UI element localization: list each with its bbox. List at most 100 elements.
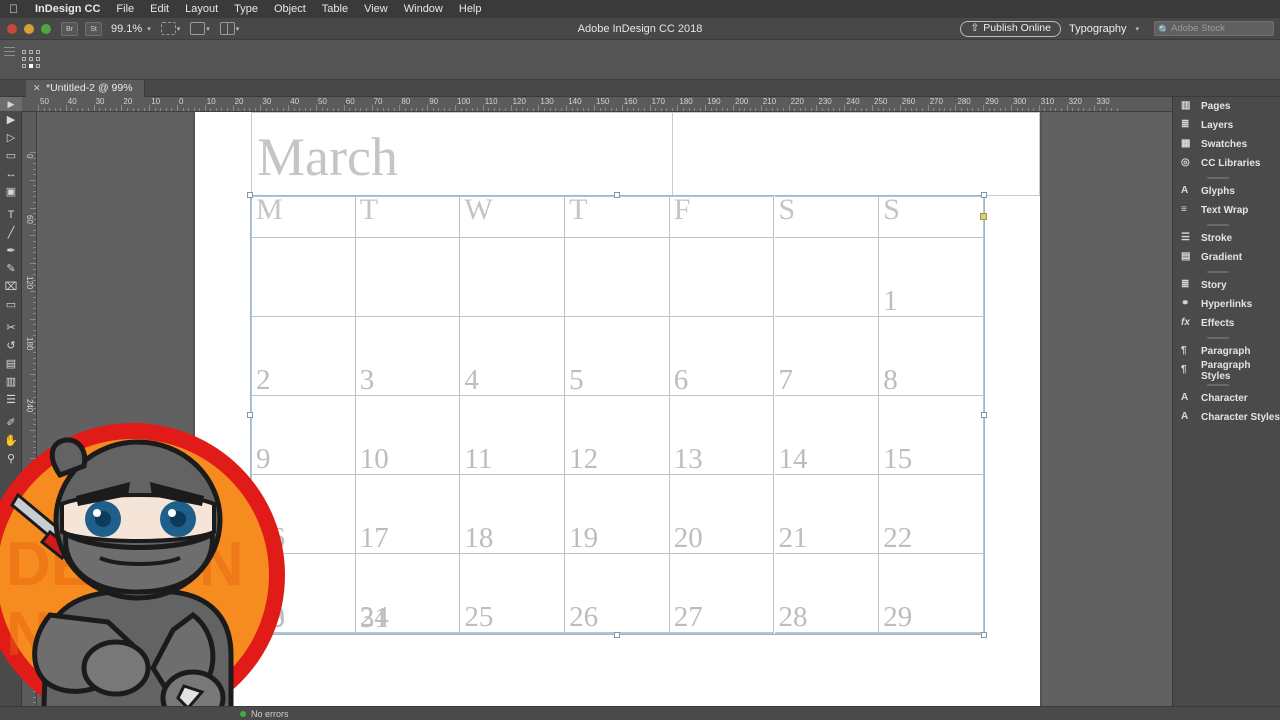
calendar-day-cell[interactable]: 18 [460, 475, 566, 554]
dock-item-paragraph-styles[interactable]: ¶ Paragraph Styles [1173, 360, 1280, 382]
calendar-day-cell[interactable] [251, 238, 356, 317]
calendar-day-cell[interactable] [669, 238, 775, 317]
selection-handle-bc[interactable] [614, 632, 620, 638]
calendar-header-cell[interactable]: W [460, 193, 566, 238]
dock-item-character-styles[interactable]: A Character Styles [1173, 408, 1280, 427]
dock-item-character[interactable]: A Character [1173, 389, 1280, 408]
selection-handle-tl[interactable] [247, 192, 253, 198]
horizontal-ruler[interactable]: 50 40 30 20 10 0 10 20 30 40 50 60 70 80 90 100 110 120 13… [22, 97, 1172, 112]
calendar-day-cell[interactable]: 15 [879, 396, 984, 475]
calendar-header-cell[interactable]: M [251, 193, 356, 238]
menu-item-window[interactable]: Window [396, 0, 451, 18]
calendar-day-cell[interactable]: 4 [460, 317, 566, 396]
tool-free-transform[interactable]: ↺ [0, 337, 22, 355]
menu-item-file[interactable]: File [108, 0, 142, 18]
dock-item-paragraph[interactable]: ¶ Paragraph [1173, 342, 1280, 361]
publish-online-button[interactable]: ⇧ Publish Online [960, 20, 1061, 37]
tool-direct-selection[interactable]: ▷ [0, 129, 22, 147]
dock-group-separator[interactable] [1173, 173, 1280, 182]
dock-group-separator[interactable] [1173, 333, 1280, 342]
tool-frame[interactable]: ⌧ [0, 278, 22, 296]
tool-selection[interactable]: ▶ [0, 97, 22, 111]
dock-item-layers[interactable]: ≣ Layers [1173, 116, 1280, 135]
selection-handle-tc[interactable] [614, 192, 620, 198]
dock-item-cc-libraries[interactable]: ◎ CC Libraries [1173, 154, 1280, 173]
calendar-day-cell[interactable]: 20 [669, 475, 775, 554]
calendar-day-cell[interactable] [460, 238, 566, 317]
calendar-day-cell[interactable]: 12 [565, 396, 670, 475]
document-tab[interactable]: ✕ *Untitled-2 @ 99% [26, 80, 145, 97]
calendar-day-cell[interactable]: 7 [774, 317, 880, 396]
calendar-header-cell[interactable]: T [355, 193, 461, 238]
calendar-header-cell[interactable]: T [565, 193, 670, 238]
calendar-day-cell[interactable]: 25 [460, 554, 566, 633]
dock-item-hyperlinks[interactable]: ⚭ Hyperlinks [1173, 295, 1280, 314]
calendar-day-cell[interactable] [460, 633, 566, 634]
close-icon[interactable]: ✕ [33, 80, 41, 97]
menu-item-layout[interactable]: Layout [177, 0, 226, 18]
document-page[interactable]: March MTWTFSS123456789101112131415161718… [195, 112, 1040, 720]
dock-group-separator[interactable] [1173, 220, 1280, 229]
menu-item-indesign-cc[interactable]: InDesign CC [27, 0, 108, 18]
calendar-grid[interactable]: MTWTFSS123456789101112131415161718192021… [251, 193, 984, 634]
dock-item-glyphs[interactable]: A Glyphs [1173, 182, 1280, 201]
workspace-switcher[interactable]: Typography [1069, 23, 1126, 35]
menu-item-view[interactable]: View [356, 0, 396, 18]
adobe-stock-search[interactable]: 🔍 Adobe Stock [1154, 21, 1274, 36]
tool-pen[interactable]: ✒ [0, 242, 22, 260]
calendar-day-cell[interactable] [565, 238, 670, 317]
calendar-day-cell[interactable]: 19 [565, 475, 670, 554]
menu-item-help[interactable]: Help [451, 0, 490, 18]
control-panel-grip[interactable] [4, 44, 15, 76]
workspace-chevron-down-icon[interactable]: ▾ [1135, 25, 1139, 33]
dock-item-gradient[interactable]: ▤ Gradient [1173, 248, 1280, 267]
dock-item-pages[interactable]: ▥ Pages [1173, 97, 1280, 116]
calendar-day-cell[interactable]: 21 [774, 475, 880, 554]
calendar-day-cell[interactable]: 14 [774, 396, 880, 475]
tool-pencil[interactable]: ✎ [0, 260, 22, 278]
calendar-day-cell[interactable]: 27 [669, 554, 775, 633]
selection-handle-mr[interactable] [981, 412, 987, 418]
calendar-day-cell[interactable]: 31 [355, 602, 461, 634]
calendar-day-cell[interactable]: 29 [879, 554, 984, 633]
calendar-day-cell[interactable]: 28 [774, 554, 880, 633]
calendar-day-cell[interactable]: 1 [879, 238, 984, 317]
calendar-day-cell[interactable]: 6 [669, 317, 775, 396]
tool-gradient-feather[interactable]: ▥ [0, 373, 22, 391]
tool-gap[interactable]: ↔ [0, 165, 22, 183]
tool-rectangle[interactable]: ▭ [0, 296, 22, 314]
dock-group-separator[interactable] [1173, 267, 1280, 276]
calendar-day-cell[interactable]: 3 [355, 317, 461, 396]
calendar-day-cell[interactable] [774, 238, 880, 317]
selection-handle-tr[interactable] [981, 192, 987, 198]
calendar-day-cell[interactable]: 22 [879, 475, 984, 554]
tool-page[interactable]: ▭ [0, 147, 22, 165]
calendar-day-cell[interactable]: 8 [879, 317, 984, 396]
menu-item-table[interactable]: Table [314, 0, 356, 18]
calendar-day-cell[interactable]: 10 [355, 396, 461, 475]
tool-scissors[interactable]: ✂ [0, 319, 22, 337]
calendar-day-cell[interactable] [355, 238, 461, 317]
calendar-day-cell[interactable]: 11 [460, 396, 566, 475]
tool-selection[interactable]: ▶ [0, 111, 22, 129]
calendar-day-cell[interactable] [774, 633, 880, 634]
menu-item-type[interactable]: Type [226, 0, 266, 18]
calendar-header-cell[interactable]: F [669, 193, 775, 238]
dock-item-story[interactable]: ≣ Story [1173, 276, 1280, 295]
tool-content-collector[interactable]: ▣ [0, 183, 22, 201]
tool-line[interactable]: ╱ [0, 224, 22, 242]
dock-item-swatches[interactable]: ▦ Swatches [1173, 135, 1280, 154]
calendar-day-cell[interactable]: 26 [565, 554, 670, 633]
menu-item-edit[interactable]: Edit [142, 0, 177, 18]
tool-gradient-swatch[interactable]: ▤ [0, 355, 22, 373]
calendar-day-cell[interactable]: 13 [669, 396, 775, 475]
text-in-port[interactable] [980, 213, 987, 220]
month-title-frame-right[interactable] [673, 112, 1040, 196]
selection-handle-br[interactable] [981, 632, 987, 638]
reference-point-selector[interactable] [22, 50, 42, 70]
dock-group-separator[interactable] [1173, 380, 1280, 389]
calendar-day-cell[interactable] [879, 633, 984, 634]
calendar-day-cell[interactable]: 17 [355, 475, 461, 554]
menu-item-object[interactable]: Object [266, 0, 314, 18]
dock-item-effects[interactable]: fx Effects [1173, 314, 1280, 333]
